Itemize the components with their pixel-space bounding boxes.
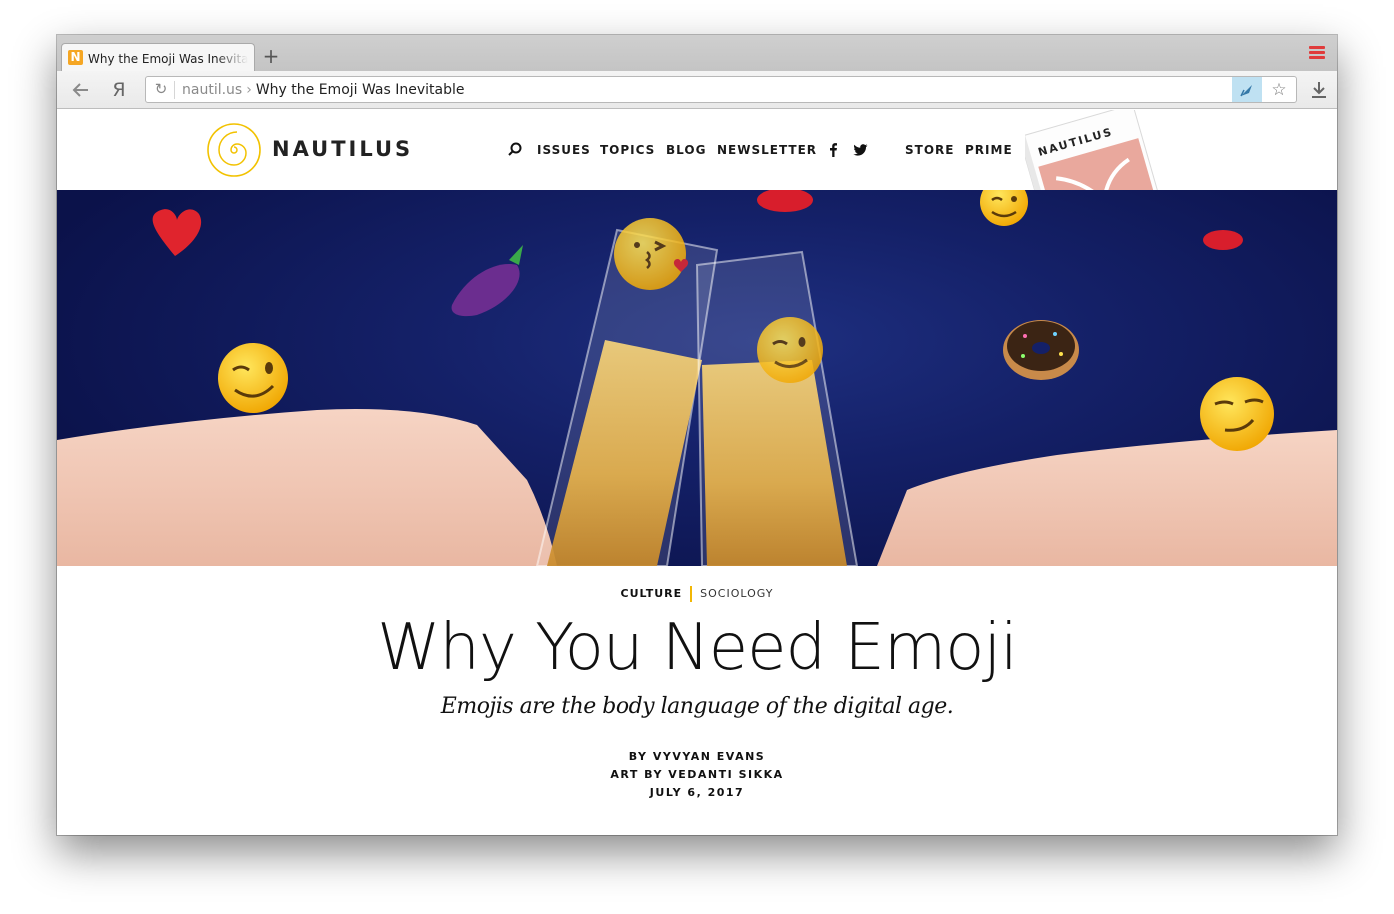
wink-emoji-top	[980, 190, 1028, 226]
url-page-title: Why the Emoji Was Inevitable	[255, 82, 465, 98]
nautilus-favicon-icon: N	[68, 50, 83, 65]
nautilus-logo-icon[interactable]	[206, 122, 262, 178]
url-domain: nautil.us	[182, 82, 243, 98]
reload-icon[interactable]: ↻	[152, 80, 170, 98]
browser-tab-active[interactable]: N Why the Emoji Was Inevitable	[61, 43, 255, 71]
nav-prime[interactable]: PRIME	[965, 140, 1013, 160]
back-button[interactable]	[71, 80, 91, 100]
address-bar[interactable]: ↻ nautil.us › Why the Emoji Was Inevitable…	[145, 76, 1297, 103]
article-header: CULTURE SOCIOLOGY Why You Need Emoji Emoj…	[57, 566, 1337, 835]
author-credit[interactable]: BY VYVYAN EVANS	[57, 748, 1337, 766]
twitter-icon[interactable]	[851, 140, 869, 160]
url-text[interactable]: nautil.us › Why the Emoji Was Inevitable	[182, 81, 465, 99]
category-sociology[interactable]: SOCIOLOGY	[700, 587, 773, 600]
donut-emoji	[1003, 320, 1079, 380]
heart-emoji	[152, 209, 202, 256]
hero-image	[57, 190, 1337, 566]
category-line: CULTURE SOCIOLOGY	[57, 586, 1337, 602]
wink-emoji-left	[218, 343, 288, 413]
category-divider	[690, 586, 693, 602]
url-separator: ›	[246, 82, 252, 98]
tab-strip: N Why the Emoji Was Inevitable +	[57, 35, 1337, 71]
smirk-emoji	[1200, 377, 1274, 451]
protect-button[interactable]	[1232, 77, 1262, 102]
bookmark-star-icon[interactable]: ☆	[1268, 79, 1290, 101]
nav-newsletter[interactable]: NEWSLETTER	[717, 140, 817, 160]
category-culture[interactable]: CULTURE	[621, 587, 683, 600]
publish-date: JULY 6, 2017	[649, 786, 745, 799]
wink-emoji-center	[757, 317, 823, 383]
facebook-icon[interactable]	[825, 140, 841, 160]
site-logo-text[interactable]: NAUTILUS	[272, 137, 413, 161]
lips-emoji	[757, 190, 813, 212]
nav-store[interactable]: STORE	[905, 140, 954, 160]
byline: BY VYVYAN EVANS ART BY VEDANTI SIKKA JUL…	[57, 748, 1337, 802]
nav-blog[interactable]: BLOG	[666, 140, 706, 160]
left-hand	[57, 409, 557, 566]
site-header: NAUTILUS ISSUES TOPICS BLOG NEWSLETTER S…	[57, 110, 1337, 190]
article-title: Why You Need Emoji	[377, 611, 1018, 685]
champagne-glass-right	[695, 250, 859, 566]
shield-rocket-icon	[1240, 85, 1252, 97]
article-dek: Emojis are the body language of the digi…	[440, 694, 954, 719]
arrow-left-icon	[72, 83, 88, 97]
browser-toolbar: Я ↻ nautil.us › Why the Emoji Was Inevitab…	[57, 71, 1337, 109]
magazine-cover-image[interactable]: NAUTILUS	[1025, 110, 1185, 190]
nav-issues[interactable]: ISSUES	[537, 140, 591, 160]
hamburger-menu-icon[interactable]	[1309, 46, 1325, 59]
yandex-icon[interactable]: Я	[109, 80, 129, 100]
address-divider	[174, 81, 175, 99]
search-icon[interactable]	[507, 140, 523, 160]
nav-topics[interactable]: TOPICS	[600, 140, 655, 160]
eggplant-emoji	[451, 245, 523, 317]
tab-title: Why the Emoji Was Inevitable	[88, 52, 248, 66]
lips-emoji-2	[1203, 230, 1243, 250]
right-hand	[877, 430, 1337, 566]
download-icon	[1312, 82, 1326, 98]
download-button[interactable]	[1309, 80, 1329, 100]
art-credit[interactable]: ART BY VEDANTI SIKKA	[57, 766, 1337, 784]
new-tab-button[interactable]: +	[262, 46, 280, 66]
browser-window: N Why the Emoji Was Inevitable + Я ↻ nau…	[57, 35, 1337, 835]
